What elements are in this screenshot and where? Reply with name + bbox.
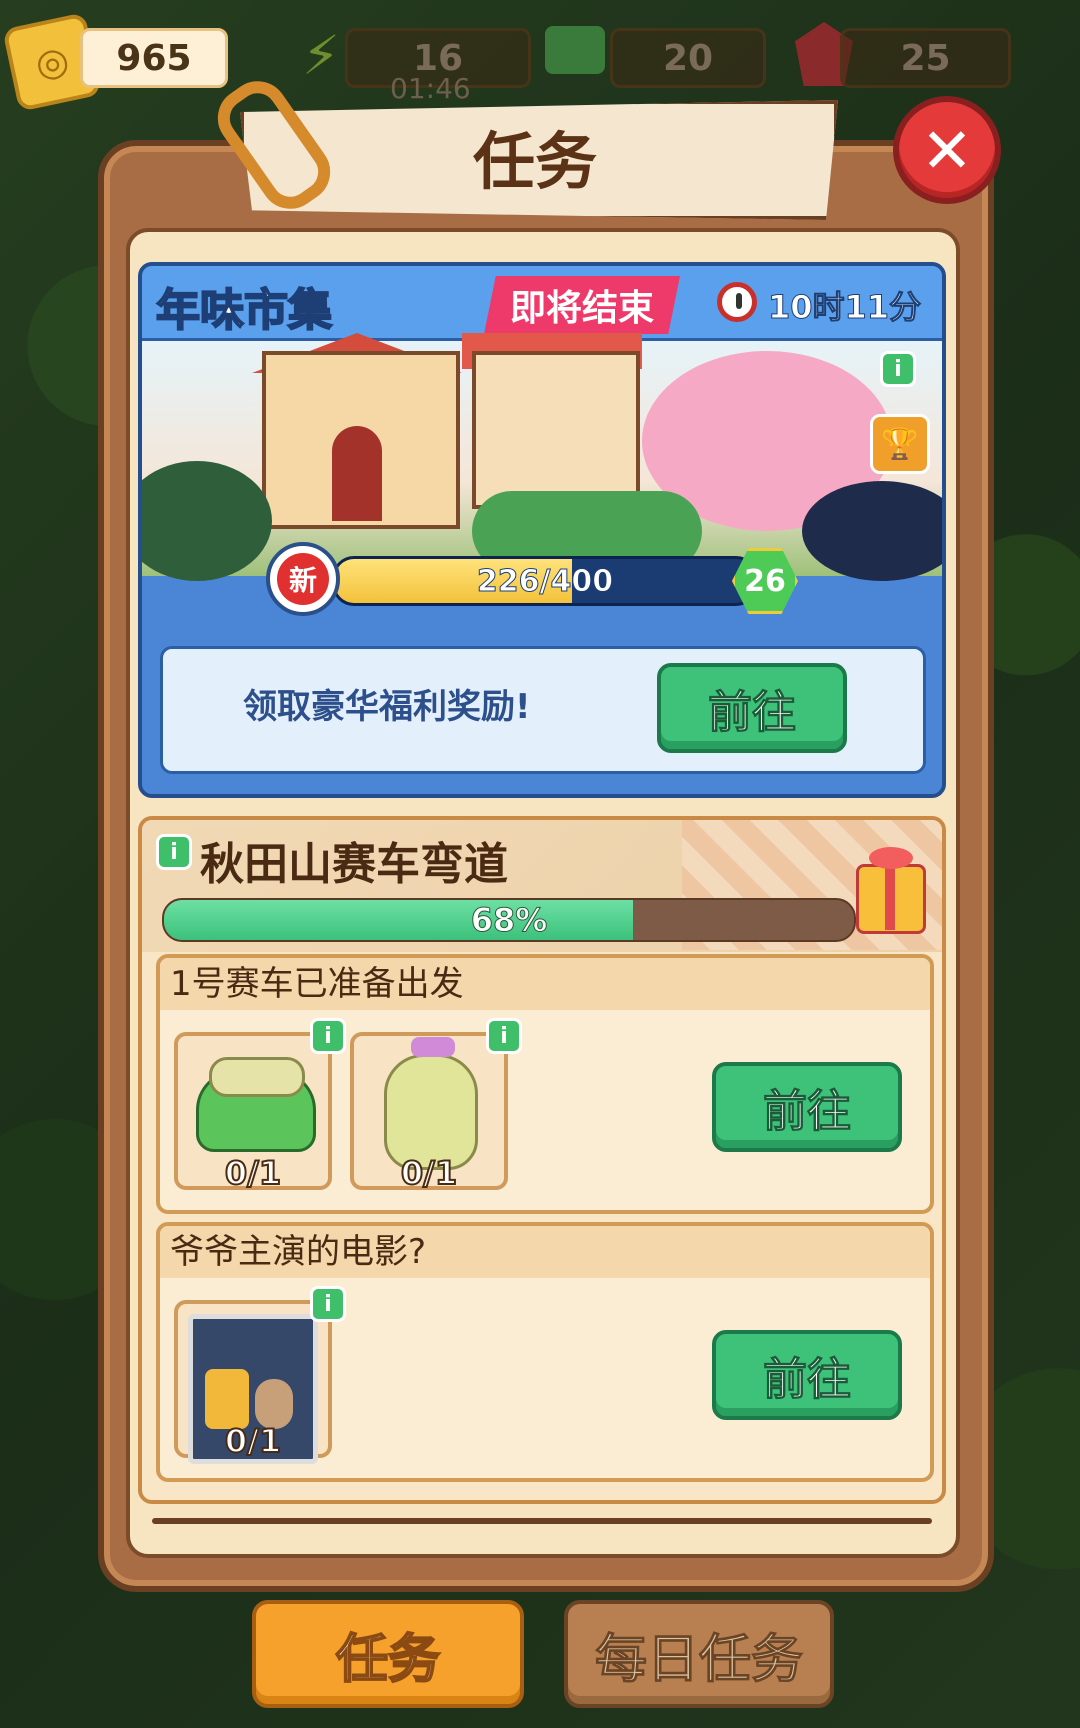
- door: [332, 426, 382, 521]
- event-scene-image: i: [142, 333, 942, 581]
- task-go-button[interactable]: 前往: [712, 1330, 902, 1420]
- info-icon[interactable]: i: [156, 834, 192, 870]
- bottle-icon: [384, 1037, 478, 1170]
- new-badge-label: 新: [277, 553, 329, 605]
- quest-card: i 秋田山赛车弯道 68% 1号赛车已准备出发 i 0/1 i 0/1 前往 爷…: [138, 816, 946, 1504]
- energy-icon: ⚡: [302, 24, 340, 87]
- close-icon: ✕: [921, 113, 973, 187]
- info-icon[interactable]: i: [486, 1018, 522, 1054]
- dark-bush: [802, 481, 942, 581]
- info-icon[interactable]: i: [310, 1018, 346, 1054]
- reward-box: 领取豪华福利奖励! 前往: [160, 646, 926, 774]
- task-title: 爷爷主演的电影?: [160, 1226, 930, 1278]
- required-item[interactable]: i 0/1: [174, 1018, 346, 1193]
- event-progress-text: 226/400: [476, 563, 614, 599]
- info-icon[interactable]: i: [310, 1286, 346, 1322]
- event-title: 年味市集: [155, 284, 333, 337]
- reward-text: 领取豪华福利奖励!: [243, 687, 531, 727]
- item-count: 0/1: [224, 1153, 282, 1193]
- task-go-button[interactable]: 前往: [712, 1062, 902, 1152]
- ottoman-icon: [196, 1057, 316, 1152]
- ticket-counter[interactable]: 965: [80, 28, 228, 88]
- cash-counter[interactable]: 20: [610, 28, 766, 88]
- required-item[interactable]: i 0/1: [174, 1286, 346, 1464]
- divider: [152, 1518, 932, 1524]
- cash-value: 20: [662, 37, 714, 79]
- panel-title: 任务: [472, 125, 597, 198]
- required-item[interactable]: i 0/1: [350, 1018, 522, 1193]
- ticket-value: 965: [116, 37, 192, 79]
- gem-value: 25: [900, 37, 951, 79]
- close-button[interactable]: ✕: [893, 96, 1001, 204]
- event-header: 年味市集 即将结束 10时11分: [142, 266, 942, 341]
- task-item: 爷爷主演的电影? i 0/1 前往: [156, 1222, 934, 1482]
- event-progress-bar: 226/400: [332, 556, 758, 606]
- quest-header: i 秋田山赛车弯道 68%: [142, 820, 942, 952]
- gift-icon[interactable]: [856, 847, 926, 934]
- event-time-left: 10时11分: [767, 288, 922, 327]
- tab-daily-tasks[interactable]: 每日任务: [564, 1600, 834, 1708]
- trophy-icon[interactable]: 🏆: [870, 414, 930, 474]
- item-count: 0/1: [224, 1421, 282, 1461]
- fern: [142, 461, 272, 581]
- cash-icon: [545, 26, 605, 74]
- tab-tasks[interactable]: 任务: [252, 1600, 524, 1708]
- item-count: 0/1: [400, 1153, 458, 1193]
- new-badge: 新: [266, 542, 340, 616]
- event-go-button[interactable]: 前往: [657, 663, 847, 753]
- quest-progress-bar: 68%: [162, 898, 856, 942]
- quest-progress-text: 68%: [470, 901, 548, 940]
- house: [472, 351, 640, 509]
- ending-soon-tag: 即将结束: [484, 276, 680, 334]
- task-item: 1号赛车已准备出发 i 0/1 i 0/1 前往: [156, 954, 934, 1214]
- task-title: 1号赛车已准备出发: [160, 958, 930, 1010]
- gem-counter[interactable]: 25: [840, 28, 1011, 88]
- clock-icon: [717, 282, 757, 322]
- quest-title: 秋田山赛车弯道: [200, 839, 508, 890]
- info-icon[interactable]: i: [880, 351, 916, 387]
- event-card: 年味市集 即将结束 10时11分 i 🏆 226/400 新 26 领取豪华福利…: [138, 262, 946, 798]
